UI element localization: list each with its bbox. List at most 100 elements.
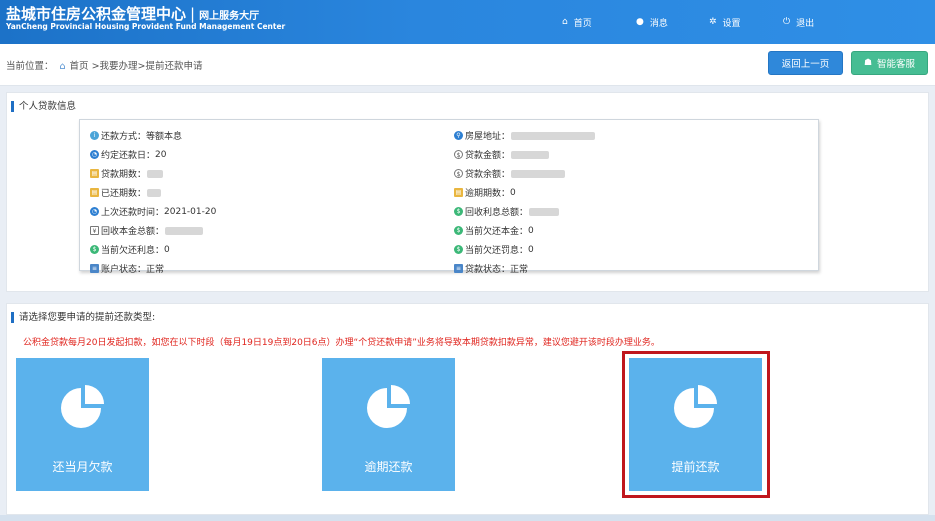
info-label: 当前欠还本金： — [465, 227, 529, 237]
info-label: 贷款状态： — [465, 265, 511, 275]
info-value: 等额本息 — [146, 132, 183, 142]
message-icon: ● — [636, 17, 644, 27]
info-label: 当前欠还利息： — [101, 246, 165, 256]
nav-home[interactable]: ⌂ 首页 — [562, 0, 592, 44]
info-owed-penalty: $ 当前欠还罚息： 0 — [454, 243, 534, 256]
repay-notice: 公积金贷款每月20日发起扣款，如您在以下时段（每月19日19点到20日6点）办理… — [23, 338, 660, 348]
loan-info-panel: 个人贷款信息 i 还款方式： 等额本息 ◔ 约定还款日： 20 ▤ 贷款期数： ▤ … — [6, 92, 929, 292]
info-house-address: ⚲ 房屋地址： — [454, 129, 596, 142]
info-label: 当前欠还罚息： — [465, 246, 529, 256]
masked-value — [511, 150, 550, 159]
info-last-repay-time: ◔ 上次还款时间： 2021-01-20 — [90, 205, 216, 218]
info-icon: i — [90, 131, 99, 140]
nav-logout[interactable]: ⏻ 退出 — [783, 0, 814, 44]
info-label: 回收利息总额： — [465, 208, 529, 218]
calendar-icon: ▤ — [90, 169, 99, 178]
info-label: 回收本金总额： — [101, 227, 165, 237]
site-title: 盐城市住房公积金管理中心 | 网上服务大厅 — [6, 3, 259, 24]
tile-label: 逾期还款 — [364, 460, 413, 474]
money-bag-icon: $ — [454, 150, 463, 159]
info-paid-terms: ▤ 已还期数： — [90, 186, 162, 199]
title-separator: | — [190, 5, 196, 23]
top-header: 盐城市住房公积金管理中心 | 网上服务大厅 YanCheng Provincial … — [0, 0, 935, 44]
info-overdue-terms: ▤ 逾期期数： 0 — [454, 186, 516, 199]
info-owed-interest: $ 当前欠还利息： 0 — [90, 243, 170, 256]
coin-icon: $ — [454, 245, 463, 254]
info-label: 账户状态： — [101, 265, 147, 275]
site-subtitle: 网上服务大厅 — [199, 11, 260, 22]
info-value: 正常 — [510, 265, 529, 275]
nav-settings-label: 设置 — [722, 18, 741, 29]
help-button-label: 智能客服 — [877, 59, 916, 70]
info-recovered-interest: $ 回收利息总额： — [454, 205, 560, 218]
document-icon: ≡ — [454, 264, 463, 273]
repay-current-month-tile[interactable]: 还当月欠款 — [16, 358, 149, 491]
selection-highlight — [622, 351, 770, 498]
home-icon: ⌂ — [562, 17, 568, 27]
info-label: 房屋地址： — [465, 132, 511, 142]
help-button[interactable]: ☗ 智能客服 — [851, 51, 928, 75]
clock-icon: ◔ — [90, 150, 99, 159]
site-title-en: YanCheng Provincial Housing Provident Fu… — [6, 22, 286, 31]
info-value: 0 — [164, 244, 170, 255]
info-value: 2021-01-20 — [164, 206, 217, 217]
user-icon: ☗ — [863, 58, 873, 68]
nav-messages[interactable]: ● 消息 — [636, 0, 668, 44]
nav-home-label: 首页 — [573, 18, 592, 29]
location-icon: ⚲ — [454, 131, 463, 140]
clock-icon: ◔ — [90, 207, 99, 216]
tile-label: 还当月欠款 — [52, 460, 113, 474]
site-title-cn: 盐城市住房公积金管理中心 — [6, 5, 187, 23]
info-label: 约定还款日： — [101, 151, 156, 161]
money-bag-icon: $ — [454, 226, 463, 235]
info-label: 还款方式： — [101, 132, 147, 142]
nav-logout-label: 退出 — [796, 18, 815, 29]
breadcrumb-path[interactable]: 首页 >我要办理>提前还款申请 — [70, 61, 203, 72]
overdue-repay-tile[interactable]: 逾期还款 — [322, 358, 455, 491]
info-value: 0 — [528, 244, 534, 255]
info-label: 逾期期数： — [465, 189, 511, 199]
info-repay-method: i 还款方式： 等额本息 — [90, 129, 182, 142]
info-owed-principal: $ 当前欠还本金： 0 — [454, 224, 534, 237]
nav-messages-label: 消息 — [649, 18, 668, 29]
info-value: 正常 — [146, 265, 165, 275]
info-label: 贷款期数： — [101, 170, 147, 180]
info-loan-balance: $ 贷款余额： — [454, 167, 566, 180]
back-button[interactable]: 返回上一页 — [768, 51, 843, 75]
pie-chart-icon — [367, 385, 410, 428]
info-label: 贷款余额： — [465, 170, 511, 180]
masked-value — [511, 169, 566, 178]
repay-type-title: 请选择您要申请的提前还款类型: — [11, 312, 155, 323]
receipt-icon: ¥ — [90, 226, 99, 235]
breadcrumb-prefix: 当前位置： — [6, 61, 54, 72]
masked-value — [529, 207, 560, 216]
bottom-strip — [0, 515, 935, 521]
power-icon: ⏻ — [783, 17, 791, 27]
calendar-icon: ▤ — [454, 188, 463, 197]
info-account-status: ≡ 账户状态： 正常 — [90, 262, 164, 275]
pie-chart-icon — [61, 385, 104, 428]
info-value: 20 — [155, 149, 167, 160]
masked-value — [147, 188, 162, 197]
info-label: 上次还款时间： — [101, 208, 165, 218]
home-icon: ⌂ — [59, 61, 66, 72]
breadcrumb: 当前位置： ⌂ 首页 >我要办理>提前还款申请 — [6, 58, 203, 72]
info-loan-terms: ▤ 贷款期数： — [90, 167, 164, 180]
document-icon: ≡ — [90, 264, 99, 273]
info-value: 0 — [528, 225, 534, 236]
coin-icon: $ — [90, 245, 99, 254]
loan-info-title: 个人贷款信息 — [11, 101, 76, 112]
info-repay-day: ◔ 约定还款日： 20 — [90, 148, 166, 161]
loan-info-box: i 还款方式： 等额本息 ◔ 约定还款日： 20 ▤ 贷款期数： ▤ 已还期数： ◔… — [79, 119, 819, 275]
masked-value — [165, 226, 204, 235]
gear-icon: ✲ — [709, 17, 717, 27]
money-bag-icon: $ — [454, 207, 463, 216]
repay-type-panel: 请选择您要申请的提前还款类型: 公积金贷款每月20日发起扣款，如您在以下时段（每… — [6, 303, 929, 515]
info-loan-status: ≡ 贷款状态： 正常 — [454, 262, 528, 275]
info-recovered-principal: ¥ 回收本金总额： — [90, 224, 204, 237]
masked-value — [147, 169, 164, 178]
info-label: 贷款金额： — [465, 151, 511, 161]
masked-value — [511, 131, 596, 140]
info-label: 已还期数： — [101, 189, 147, 199]
nav-settings[interactable]: ✲ 设置 — [709, 0, 741, 44]
